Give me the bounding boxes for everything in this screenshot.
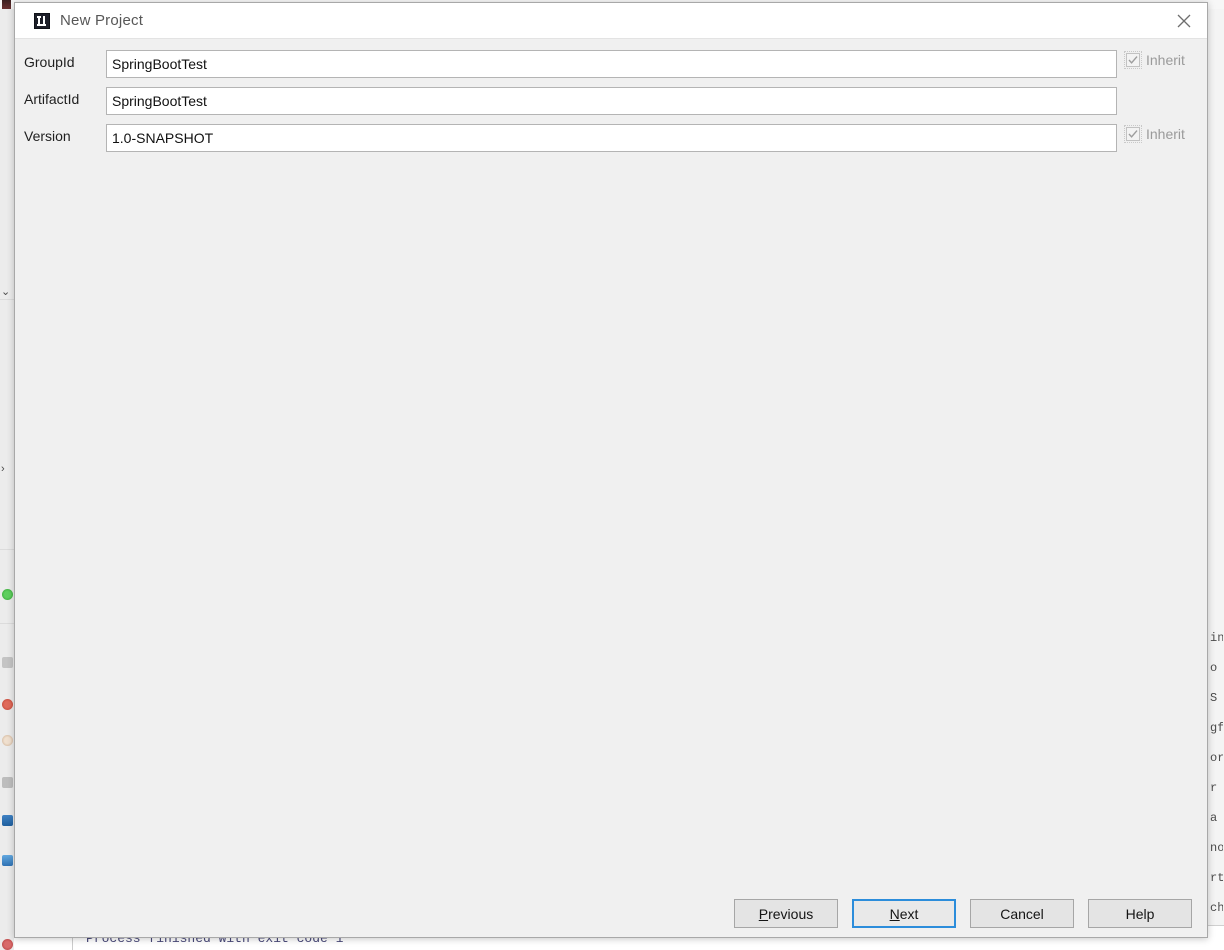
terminal-icon[interactable] [2, 855, 13, 866]
label-artifactid: ArtifactId [24, 91, 80, 107]
inherit-groupid-checkbox[interactable] [1124, 51, 1142, 69]
gutter-text-fragment: a [1210, 811, 1218, 825]
close-icon[interactable] [1161, 3, 1207, 38]
dialog-footer: Previous Next Cancel Help [15, 894, 1207, 937]
previous-label-rest: revious [768, 905, 814, 922]
help-button[interactable]: Help [1088, 899, 1192, 928]
inherit-groupid-group[interactable]: Inherit [1124, 51, 1185, 69]
version-input[interactable] [106, 124, 1117, 152]
gutter-text-fragment: or [1210, 751, 1223, 765]
layout-icon[interactable] [2, 777, 13, 788]
next-mnemonic: N [889, 905, 900, 922]
stop-icon[interactable] [2, 657, 13, 668]
label-groupid: GroupId [24, 54, 75, 70]
gutter-text-fragment: r [1210, 781, 1218, 795]
error-icon[interactable] [2, 939, 13, 950]
dialog-titlebar: New Project [15, 3, 1207, 39]
profiler-icon[interactable] [2, 735, 13, 746]
inherit-version-group[interactable]: Inherit [1124, 125, 1185, 143]
chevron-right-icon[interactable]: › [1, 464, 5, 475]
form-row-groupid: GroupId Inherit [15, 50, 1207, 78]
database-icon[interactable] [2, 815, 13, 826]
dialog-button-row: Previous Next Cancel Help [734, 899, 1192, 928]
dialog-body: GroupId Inherit ArtifactId Vers [15, 39, 1207, 894]
artifactid-input[interactable] [106, 87, 1117, 115]
new-project-dialog: New Project GroupId Inherit [14, 2, 1208, 938]
run-icon[interactable] [2, 589, 13, 600]
gutter-text-fragment: ch [1210, 901, 1223, 915]
gutter-text-fragment: S [1210, 691, 1218, 705]
rail-divider [0, 299, 14, 317]
form-row-artifactid: ArtifactId [15, 87, 1207, 115]
chevron-down-icon[interactable]: ⌄ [1, 287, 10, 298]
groupid-input[interactable] [106, 50, 1117, 78]
next-label-rest: ext [899, 905, 919, 922]
record-icon[interactable] [2, 699, 13, 710]
cancel-button[interactable]: Cancel [970, 899, 1074, 928]
gutter-text-fragment: o [1210, 661, 1218, 675]
ide-right-gutter: in o S gf or r a no rt ch f [1207, 9, 1224, 950]
rail-divider [0, 549, 14, 565]
rail-divider [0, 623, 14, 637]
label-version: Version [24, 128, 71, 144]
ide-left-toolbar-rail: ⌄ › [0, 9, 15, 950]
previous-mnemonic: P [758, 905, 769, 922]
form-row-version: Version Inherit [15, 124, 1207, 152]
inherit-version-checkbox[interactable] [1124, 125, 1142, 143]
previous-button[interactable]: Previous [734, 899, 838, 928]
dialog-title: New Project [60, 12, 144, 29]
application-window: F ⌄ › in o S gf or r a no rt ch f Proces… [0, 0, 1224, 950]
next-button[interactable]: Next [852, 899, 956, 928]
gutter-text-fragment: in [1210, 631, 1223, 645]
intellij-idea-icon [34, 13, 50, 29]
gutter-text-fragment: gf [1210, 721, 1223, 735]
gutter-text-fragment: rt [1210, 871, 1223, 885]
inherit-version-label: Inherit [1146, 126, 1185, 142]
inherit-groupid-label: Inherit [1146, 52, 1185, 68]
ide-logo-icon [2, 0, 11, 9]
gutter-text-fragment: no [1210, 841, 1223, 855]
